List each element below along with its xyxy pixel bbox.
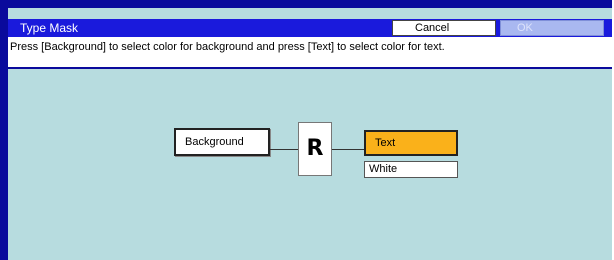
instruction-text: Press [Background] to select color for b…	[10, 41, 445, 53]
text-color-value: White	[364, 161, 458, 178]
background-button[interactable]: Background	[174, 128, 270, 156]
connector-line-left	[270, 149, 298, 150]
connector-line-right	[332, 149, 364, 150]
text-button[interactable]: Text	[364, 130, 458, 156]
instruction-bar: Press [Background] to select color for b…	[8, 37, 612, 69]
dialog-panel: Type Mask Cancel OK Press [Background] t…	[8, 8, 612, 260]
title-bar: Type Mask Cancel OK	[8, 19, 612, 37]
mask-preview: R	[298, 122, 332, 176]
window-frame: Type Mask Cancel OK Press [Background] t…	[0, 0, 612, 260]
cancel-button[interactable]: Cancel	[392, 20, 496, 36]
dialog-title: Type Mask	[20, 21, 79, 35]
ok-button[interactable]: OK	[500, 20, 604, 36]
